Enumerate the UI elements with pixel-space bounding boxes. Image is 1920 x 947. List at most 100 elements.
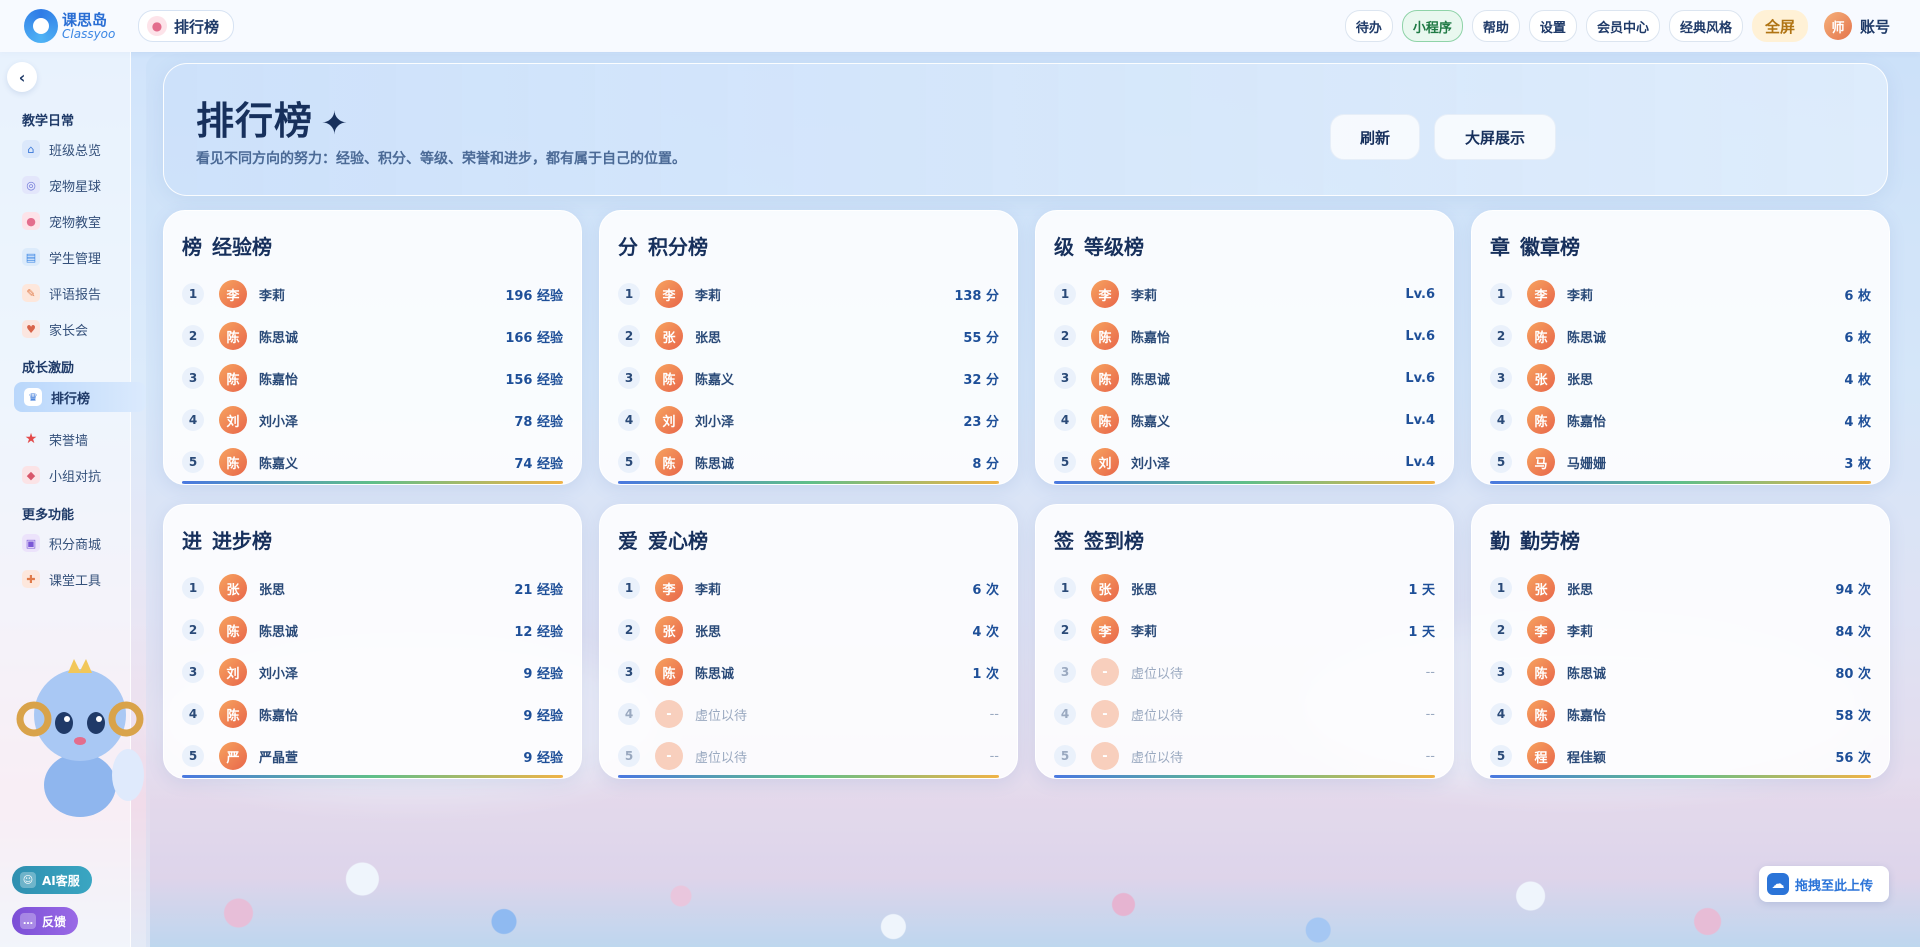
leaderboard-row[interactable]: 3 陈陈思诚 1 次: [618, 655, 999, 689]
leaderboard-title-text: 签到榜: [1084, 529, 1144, 553]
student-avatar: 程: [1527, 742, 1555, 770]
leaderboard-row[interactable]: 4 陈陈嘉义 Lv.4: [1054, 403, 1435, 437]
leaderboard-card: 签签到榜 1 张张思 1 天 2 李李莉 1 天 3- 虚位以待 -- 4- 虚位以待 -- 5- 虚位以待…: [1035, 504, 1454, 779]
leaderboard-row[interactable]: 1 李李莉 138 分: [618, 277, 999, 311]
leaderboard-row[interactable]: 4 陈陈嘉怡 4 枚: [1490, 403, 1871, 437]
leaderboard-row[interactable]: 5 马马姗姗 3 枚: [1490, 445, 1871, 479]
sidebar-item-pet-classroom[interactable]: ● 宠物教室: [22, 206, 147, 236]
rank-badge: 5: [182, 745, 204, 767]
leaderboard-row[interactable]: 1 李李莉 6 枚: [1490, 277, 1871, 311]
sidebar-item-leaderboard[interactable]: ♛ 排行榜: [14, 382, 146, 412]
leaderboard-row[interactable]: 1 张张思 21 经验: [182, 571, 563, 605]
parents-icon: ♥: [22, 320, 40, 338]
leaderboard-row[interactable]: 1 李李莉 Lv.6: [1054, 277, 1435, 311]
student-name: 陈思诚: [1131, 372, 1171, 388]
leaderboard-row[interactable]: 5- 虚位以待 --: [1054, 739, 1435, 773]
top-bar: 课思岛 Classyoo ● 排行榜 待办 小程序 帮助 设置 会员中心 经典风…: [0, 0, 1920, 52]
student-avatar: 李: [1091, 280, 1119, 308]
leaderboard-row[interactable]: 2 陈陈思诚 12 经验: [182, 613, 563, 647]
leaderboard-row[interactable]: 3 陈陈思诚 Lv.6: [1054, 361, 1435, 395]
leaderboard-row[interactable]: 2 李李莉 1 天: [1054, 613, 1435, 647]
sidebar-item-student-management[interactable]: ▤ 学生管理: [22, 242, 147, 272]
sidebar-item-parent-meeting[interactable]: ♥ 家长会: [22, 314, 147, 344]
leaderboard-row[interactable]: 3 陈陈嘉义 32 分: [618, 361, 999, 395]
rank-badge: 2: [618, 325, 640, 347]
sidebar-item-class-tools[interactable]: ✚ 课堂工具: [22, 564, 147, 594]
student-name: 张思: [1131, 582, 1158, 598]
leaderboard-row[interactable]: 5- 虚位以待 --: [618, 739, 999, 773]
rank-badge: 3: [1490, 661, 1512, 683]
sidebar-item-points-shop[interactable]: ▣ 积分商城: [22, 528, 147, 558]
leaderboard-row[interactable]: 1 张张思 94 次: [1490, 571, 1871, 605]
account-label: 账号: [1859, 17, 1890, 36]
leaderboard-row[interactable]: 1 李李莉 196 经验: [182, 277, 563, 311]
leaderboard-title-text: 勤劳榜: [1520, 529, 1580, 553]
ai-service-button[interactable]: ☺ AI客服: [12, 866, 92, 894]
leaderboard-row[interactable]: 1 李李莉 6 次: [618, 571, 999, 605]
feedback-button[interactable]: … 反馈: [12, 907, 79, 935]
leaderboard-row[interactable]: 4 刘刘小泽 23 分: [618, 403, 999, 437]
leaderboard-row[interactable]: 2 陈陈嘉怡 Lv.6: [1054, 319, 1435, 353]
sidebar-item-comment-report[interactable]: ✎ 评语报告: [22, 278, 147, 308]
drag-upload-button[interactable]: ☁ 拖拽至此上传: [1759, 866, 1889, 902]
leaderboard-row[interactable]: 2 陈陈思诚 166 经验: [182, 319, 563, 353]
refresh-button[interactable]: 刷新: [1330, 114, 1420, 160]
settings-button[interactable]: 设置: [1528, 10, 1577, 42]
leaderboard-row[interactable]: 4 陈陈嘉怡 9 经验: [182, 697, 563, 731]
leaderboard-row[interactable]: 2 李李莉 84 次: [1490, 613, 1871, 647]
score-value: 74 经验: [514, 456, 563, 472]
student-avatar: 陈: [1527, 700, 1555, 728]
sidebar-item-class-overview[interactable]: ⌂ 班级总览: [22, 134, 147, 164]
student-avatar: 张: [1091, 574, 1119, 602]
card-accent-bar: [1054, 481, 1435, 484]
student-avatar: 陈: [219, 616, 247, 644]
student-name: 陈思诚: [259, 330, 299, 346]
card-accent-bar: [182, 481, 563, 484]
student-avatar: 李: [219, 280, 247, 308]
leaderboard-row[interactable]: 4- 虚位以待 --: [618, 697, 999, 731]
fullscreen-button[interactable]: 全屏: [1751, 10, 1808, 42]
leaderboard-row[interactable]: 3 陈陈嘉怡 156 经验: [182, 361, 563, 395]
student-avatar: 陈: [219, 322, 247, 350]
student-avatar: 陈: [1527, 406, 1555, 434]
score-value: 4 次: [972, 624, 999, 640]
leaderboard-row[interactable]: 5 程程佳颖 56 次: [1490, 739, 1871, 773]
leaderboard-row[interactable]: 4- 虚位以待 --: [1054, 697, 1435, 731]
todo-button[interactable]: 待办: [1344, 10, 1393, 42]
leaderboard-row[interactable]: 5 陈陈嘉义 74 经验: [182, 445, 563, 479]
big-screen-button[interactable]: 大屏展示: [1434, 114, 1556, 160]
leaderboard-row[interactable]: 3 陈陈思诚 80 次: [1490, 655, 1871, 689]
leaderboard-row[interactable]: 5 严严晶萱 9 经验: [182, 739, 563, 773]
leaderboard-row[interactable]: 2 张张思 55 分: [618, 319, 999, 353]
leaderboard-row[interactable]: 4 陈陈嘉怡 58 次: [1490, 697, 1871, 731]
leaderboard-row[interactable]: 3 刘刘小泽 9 经验: [182, 655, 563, 689]
classic-style-button[interactable]: 经典风格: [1668, 10, 1743, 42]
rank-badge: 5: [618, 451, 640, 473]
account-menu[interactable]: 师 账号: [1823, 12, 1890, 40]
leaderboard-row[interactable]: 2 张张思 4 次: [618, 613, 999, 647]
sidebar-item-group-battle[interactable]: ◆ 小组对抗: [22, 460, 147, 490]
leaderboard-row[interactable]: 3 张张思 4 枚: [1490, 361, 1871, 395]
app-logo[interactable]: 课思岛 Classyoo: [24, 9, 128, 43]
sidebar-item-label: 学生管理: [49, 251, 102, 267]
member-center-button[interactable]: 会员中心: [1585, 10, 1660, 42]
help-button[interactable]: 帮助: [1471, 10, 1520, 42]
leaderboard-title: 签签到榜: [1054, 525, 1144, 554]
leaderboard-row[interactable]: 4 刘刘小泽 78 经验: [182, 403, 563, 437]
sidebar-item-pet-planet[interactable]: ◎ 宠物星球: [22, 170, 147, 200]
score-value: Lv.4: [1405, 412, 1435, 428]
leaderboard-row[interactable]: 3- 虚位以待 --: [1054, 655, 1435, 689]
leaderboard-row[interactable]: 1 张张思 1 天: [1054, 571, 1435, 605]
sidebar-item-honor-wall[interactable]: ★ 荣誉墙: [22, 424, 147, 454]
current-page-chip[interactable]: ● 排行榜: [138, 10, 235, 42]
collapse-sidebar-button[interactable]: ‹: [7, 62, 37, 92]
leaderboard-card: 章徽章榜 1 李李莉 6 枚 2 陈陈思诚 6 枚 3 张张思 4 枚 4 陈陈嘉怡 4 枚 5 马马姗姗 3…: [1471, 210, 1890, 485]
mini-program-button[interactable]: 小程序: [1401, 10, 1463, 42]
shield-icon: ◆: [22, 466, 40, 484]
leaderboard-row[interactable]: 5 刘刘小泽 Lv.4: [1054, 445, 1435, 479]
leaderboard-row[interactable]: 5 陈陈思诚 8 分: [618, 445, 999, 479]
score-value: 9 经验: [523, 666, 563, 682]
chevron-left-icon: ‹: [18, 67, 26, 87]
leaderboard-row[interactable]: 2 陈陈思诚 6 枚: [1490, 319, 1871, 353]
student-avatar: 陈: [1527, 322, 1555, 350]
